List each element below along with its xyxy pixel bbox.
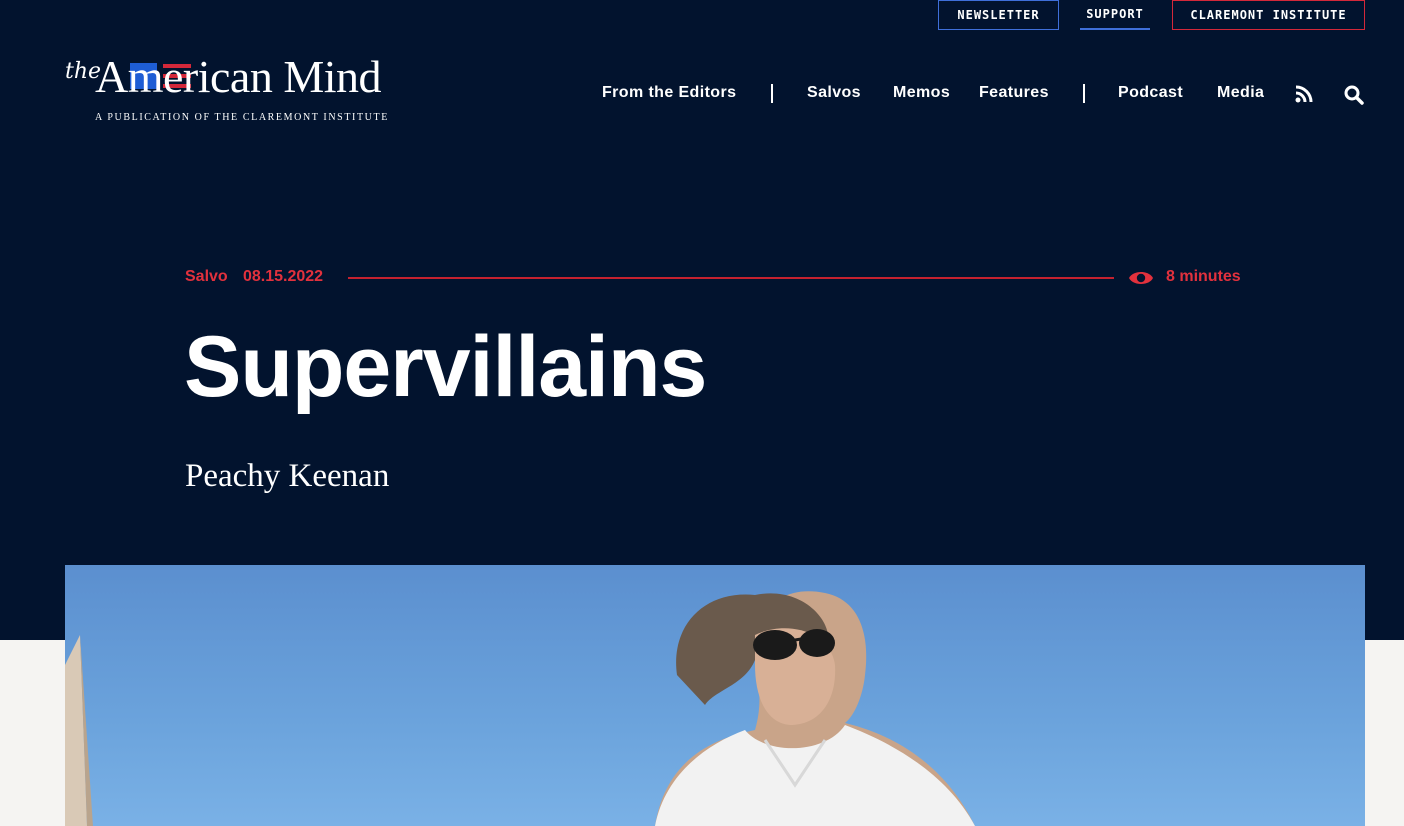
article-date: 08.15.2022 <box>243 268 324 285</box>
article-category[interactable]: Salvo <box>185 268 228 286</box>
nav-podcast[interactable]: Podcast <box>1118 84 1183 102</box>
nav-media[interactable]: Media <box>1217 84 1264 102</box>
eye-icon <box>1129 272 1153 284</box>
logo-title: American Mind <box>95 51 382 102</box>
claremont-institute-link[interactable]: CLAREMONT INSTITUTE <box>1172 0 1365 30</box>
nav-salvos[interactable]: Salvos <box>807 84 861 102</box>
nav-from-the-editors[interactable]: From the Editors <box>602 84 736 102</box>
newsletter-link[interactable]: NEWSLETTER <box>938 0 1059 30</box>
article-title: Supervillains <box>184 319 707 415</box>
support-link[interactable]: SUPPORT <box>1080 0 1150 30</box>
article-author[interactable]: Peachy Keenan <box>185 458 389 495</box>
search-icon[interactable] <box>1344 85 1364 105</box>
logo-subtitle: A PUBLICATION OF THE CLAREMONT INSTITUTE <box>95 112 389 123</box>
nav-divider <box>1083 84 1085 103</box>
nav-memos[interactable]: Memos <box>893 84 950 102</box>
read-time: 8 minutes <box>1166 268 1241 285</box>
article-hero-image <box>65 565 1365 826</box>
meta-divider-line <box>348 277 1114 279</box>
site-logo[interactable]: the American Mind A PUBLICATION OF THE C… <box>65 34 415 124</box>
rss-icon[interactable] <box>1295 85 1313 103</box>
nav-divider <box>771 84 773 103</box>
nav-features[interactable]: Features <box>979 84 1049 102</box>
